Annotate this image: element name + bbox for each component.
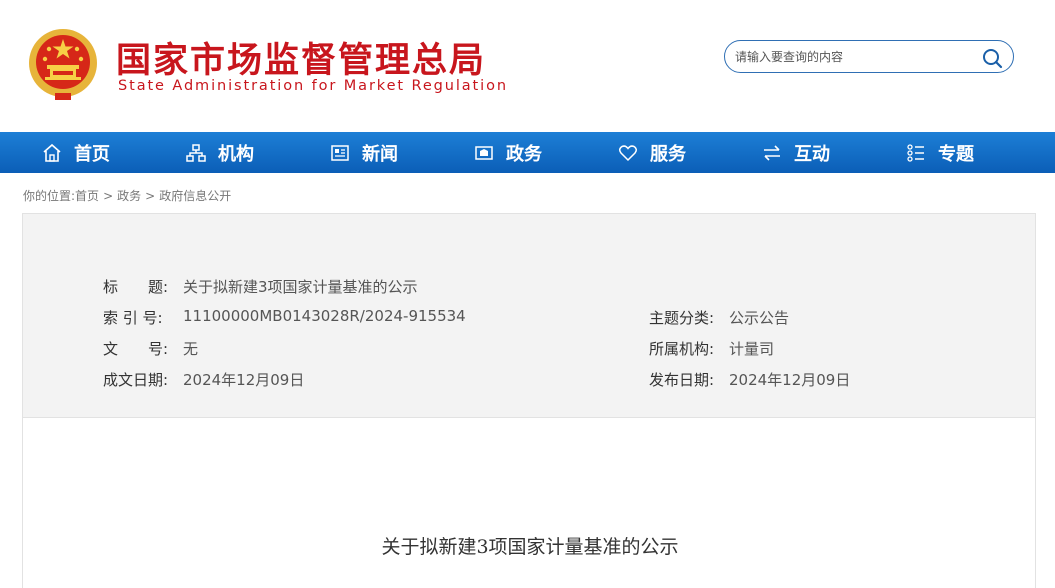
nav-label: 新闻 (362, 143, 398, 165)
breadcrumb-separator: > (103, 189, 114, 203)
nav-item-topics[interactable]: 专题 (906, 132, 974, 173)
meta-agency-row: 所属机构: 计量司 (649, 338, 774, 359)
exchange-arrows-icon (764, 144, 780, 161)
meta-date-value: 2024年12月09日 (183, 371, 305, 389)
nav-label: 专题 (938, 143, 974, 165)
search-input[interactable] (735, 47, 970, 67)
nav-item-services[interactable]: 服务 (618, 132, 686, 173)
meta-agency-value: 计量司 (729, 340, 775, 358)
nav-item-interaction[interactable]: 互动 (762, 132, 830, 173)
meta-category-row: 主题分类: 公示公告 (649, 307, 789, 328)
nav-label: 政务 (506, 143, 542, 165)
meta-publish-row: 发布日期: 2024年12月09日 (649, 369, 850, 390)
meta-date-label: 成文日期: (103, 371, 169, 389)
heart-icon (618, 144, 638, 161)
meta-index-row: 索 引 号: 11100000MB0143028R/2024-915534 (103, 307, 466, 328)
topics-list-icon (907, 143, 924, 162)
nav-label: 服务 (650, 143, 686, 165)
meta-title-value: 关于拟新建3项国家计量基准的公示 (183, 278, 418, 296)
nav-label: 机构 (218, 143, 254, 165)
breadcrumb-info-disclosure-link[interactable]: 政府信息公开 (159, 189, 231, 203)
breadcrumb-separator: > (145, 189, 156, 203)
main-nav: 首页 机构 新闻 政务 服务 互动 专题 (0, 132, 1055, 173)
meta-doc-no-row: 文 号: 无 (103, 338, 198, 359)
meta-index-label: 索 引 号: (103, 309, 163, 327)
breadcrumb: 你的位置:首页 > 政务 > 政府信息公开 (23, 187, 231, 204)
news-icon (331, 144, 349, 161)
breadcrumb-prefix: 你的位置: (23, 189, 76, 203)
org-chart-icon (186, 143, 206, 162)
home-icon (43, 143, 61, 162)
meta-agency-label: 所属机构: (649, 340, 715, 358)
meta-publish-label: 发布日期: (649, 371, 715, 389)
nav-label: 首页 (74, 143, 110, 165)
meta-doc-no-value: 无 (183, 340, 199, 358)
government-affairs-icon (475, 145, 493, 160)
breadcrumb-affairs-link[interactable]: 政务 (117, 189, 141, 203)
site-header: 国家市场监督管理总局 State Administration for Mark… (0, 0, 1055, 132)
article-title: 关于拟新建3项国家计量基准的公示 (381, 536, 679, 558)
nav-item-government-affairs[interactable]: 政务 (474, 132, 542, 173)
site-subtitle: State Administration for Market Regulati… (118, 78, 508, 94)
meta-category-label: 主题分类: (649, 309, 715, 327)
nav-item-organization[interactable]: 机构 (186, 132, 254, 173)
meta-publish-value: 2024年12月09日 (729, 371, 851, 389)
meta-index-value: 11100000MB0143028R/2024-915534 (183, 307, 466, 325)
nav-item-news[interactable]: 新闻 (330, 132, 398, 173)
site-title[interactable]: 国家市场监督管理总局 (116, 32, 486, 83)
breadcrumb-home-link[interactable]: 首页 (75, 189, 99, 203)
meta-title-label: 标 题: (103, 278, 169, 296)
meta-title-row: 标 题: 关于拟新建3项国家计量基准的公示 (103, 276, 418, 297)
search-icon[interactable] (981, 47, 1003, 69)
document-meta-panel: 标 题: 关于拟新建3项国家计量基准的公示 索 引 号: 11100000MB0… (22, 213, 1036, 418)
meta-category-value: 公示公告 (729, 309, 790, 327)
search-box (724, 40, 1014, 73)
national-emblem-icon[interactable] (27, 27, 99, 101)
nav-label: 互动 (794, 143, 830, 165)
nav-item-home[interactable]: 首页 (42, 132, 110, 173)
article-content: 关于拟新建3项国家计量基准的公示 (22, 418, 1036, 588)
meta-doc-no-label: 文 号: (103, 340, 169, 358)
meta-date-row: 成文日期: 2024年12月09日 (103, 369, 304, 390)
